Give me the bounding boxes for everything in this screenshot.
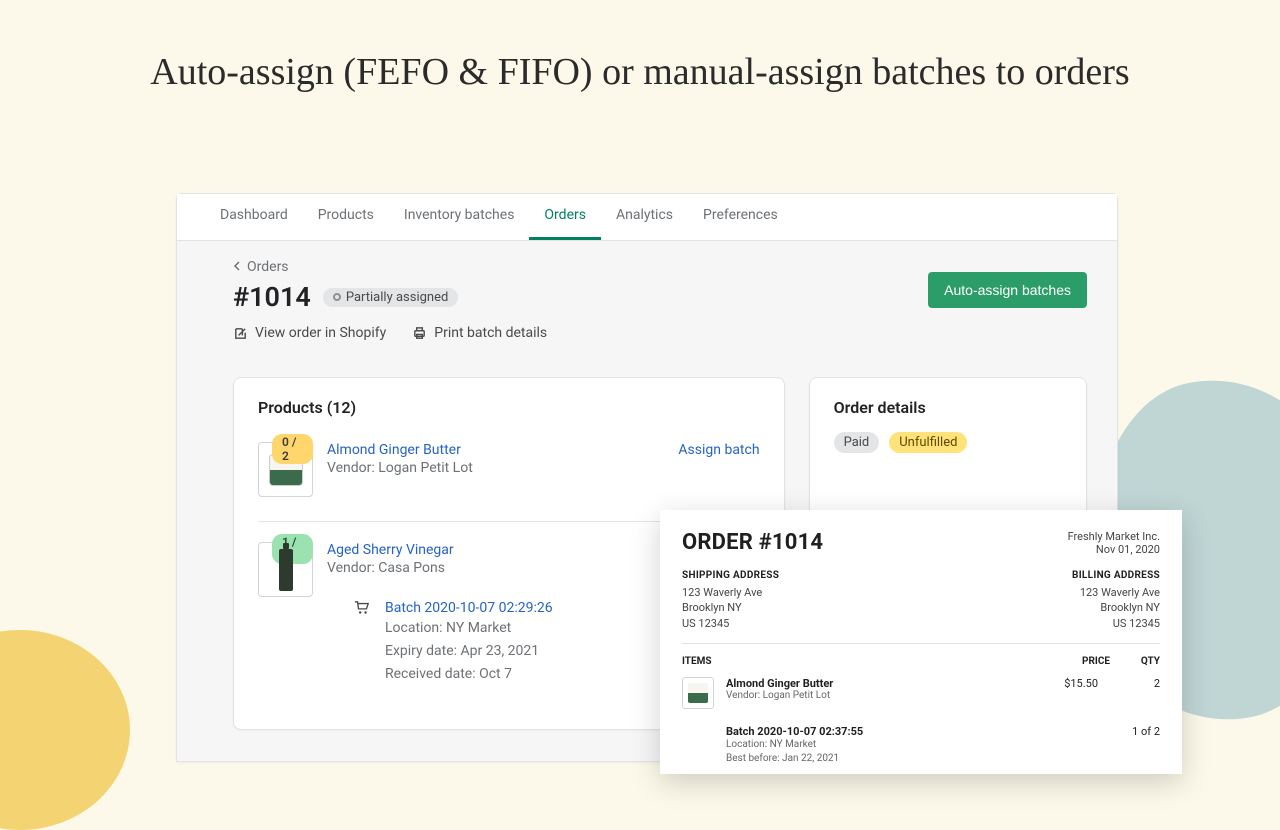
receipt-batch-location: Location: NY Market — [726, 738, 1100, 752]
order-details-title: Order details — [834, 398, 1062, 417]
receipt-company: Freshly Market Inc. — [1068, 530, 1160, 543]
cart-icon — [353, 600, 371, 685]
tab-dashboard[interactable]: Dashboard — [205, 193, 303, 240]
print-icon — [412, 326, 427, 341]
items-col-heading: ITEMS — [682, 656, 1040, 667]
receipt-batch-best-before: Best before: Jan 22, 2021 — [726, 752, 1100, 766]
status-badge-label: Partially assigned — [346, 290, 448, 305]
tab-products[interactable]: Products — [303, 193, 389, 240]
receipt-item-name: Almond Ginger Butter — [726, 677, 1016, 690]
billing-line3: US 12345 — [1072, 616, 1160, 631]
back-link-label: Orders — [247, 259, 289, 275]
external-link-icon — [233, 326, 248, 341]
receipt-panel: ORDER #1014 Freshly Market Inc. Nov 01, … — [660, 510, 1182, 774]
product-row: 0 / 2 Almond Ginger Butter Vendor: Logan… — [258, 431, 760, 521]
billing-line1: 123 Waverly Ave — [1072, 585, 1160, 600]
billing-line2: Brooklyn NY — [1072, 600, 1160, 615]
print-link[interactable]: Print batch details — [412, 325, 547, 341]
view-order-label: View order in Shopify — [255, 325, 386, 341]
shipping-line1: 123 Waverly Ave — [682, 585, 779, 600]
qty-col-heading: QTY — [1110, 656, 1160, 667]
receipt-date: Nov 01, 2020 — [1068, 543, 1160, 556]
batch-received: Received date: Oct 7 — [385, 664, 553, 685]
order-title: #1014 — [233, 281, 311, 313]
tab-analytics[interactable]: Analytics — [601, 193, 688, 240]
products-card-title: Products (12) — [258, 398, 760, 417]
status-badge: Partially assigned — [323, 288, 458, 307]
shipping-line3: US 12345 — [682, 616, 779, 631]
tab-inventory-batches[interactable]: Inventory batches — [389, 193, 530, 240]
receipt-batch-qty: 1 of 2 — [1100, 725, 1160, 766]
receipt-item-price: $15.50 — [1028, 677, 1098, 709]
batch-location: Location: NY Market — [385, 618, 553, 639]
receipt-batch-name: Batch 2020-10-07 02:37:55 — [726, 725, 1100, 738]
qty-badge: 0 / 2 — [272, 434, 313, 464]
product-vendor: Vendor: Logan Petit Lot — [327, 460, 760, 476]
receipt-item-thumbnail — [682, 677, 714, 709]
tab-orders[interactable]: Orders — [529, 193, 601, 240]
tab-preferences[interactable]: Preferences — [688, 193, 793, 240]
billing-address-heading: BILLING ADDRESS — [1072, 570, 1160, 581]
print-link-label: Print batch details — [434, 325, 547, 341]
receipt-item-vendor: Vendor: Logan Petit Lot — [726, 690, 1016, 701]
view-order-link[interactable]: View order in Shopify — [233, 325, 386, 341]
status-dot-icon — [333, 293, 341, 301]
receipt-item-qty: 2 — [1110, 677, 1160, 709]
assign-batch-link[interactable]: Assign batch — [678, 442, 759, 458]
batch-link[interactable]: Batch 2020-10-07 02:29:26 — [385, 600, 553, 616]
unfulfilled-pill: Unfulfilled — [889, 432, 967, 453]
shipping-address-heading: SHIPPING ADDRESS — [682, 570, 779, 581]
auto-assign-button[interactable]: Auto-assign batches — [928, 272, 1087, 308]
paid-pill: Paid — [834, 432, 880, 453]
batch-expiry: Expiry date: Apr 23, 2021 — [385, 641, 553, 662]
shipping-line2: Brooklyn NY — [682, 600, 779, 615]
page-heading: Auto-assign (FEFO & FIFO) or manual-assi… — [0, 50, 1280, 94]
price-col-heading: PRICE — [1040, 656, 1110, 667]
chevron-left-icon — [233, 259, 243, 275]
receipt-title: ORDER #1014 — [682, 530, 823, 555]
tabbar: Dashboard Products Inventory batches Ord… — [177, 194, 1117, 241]
